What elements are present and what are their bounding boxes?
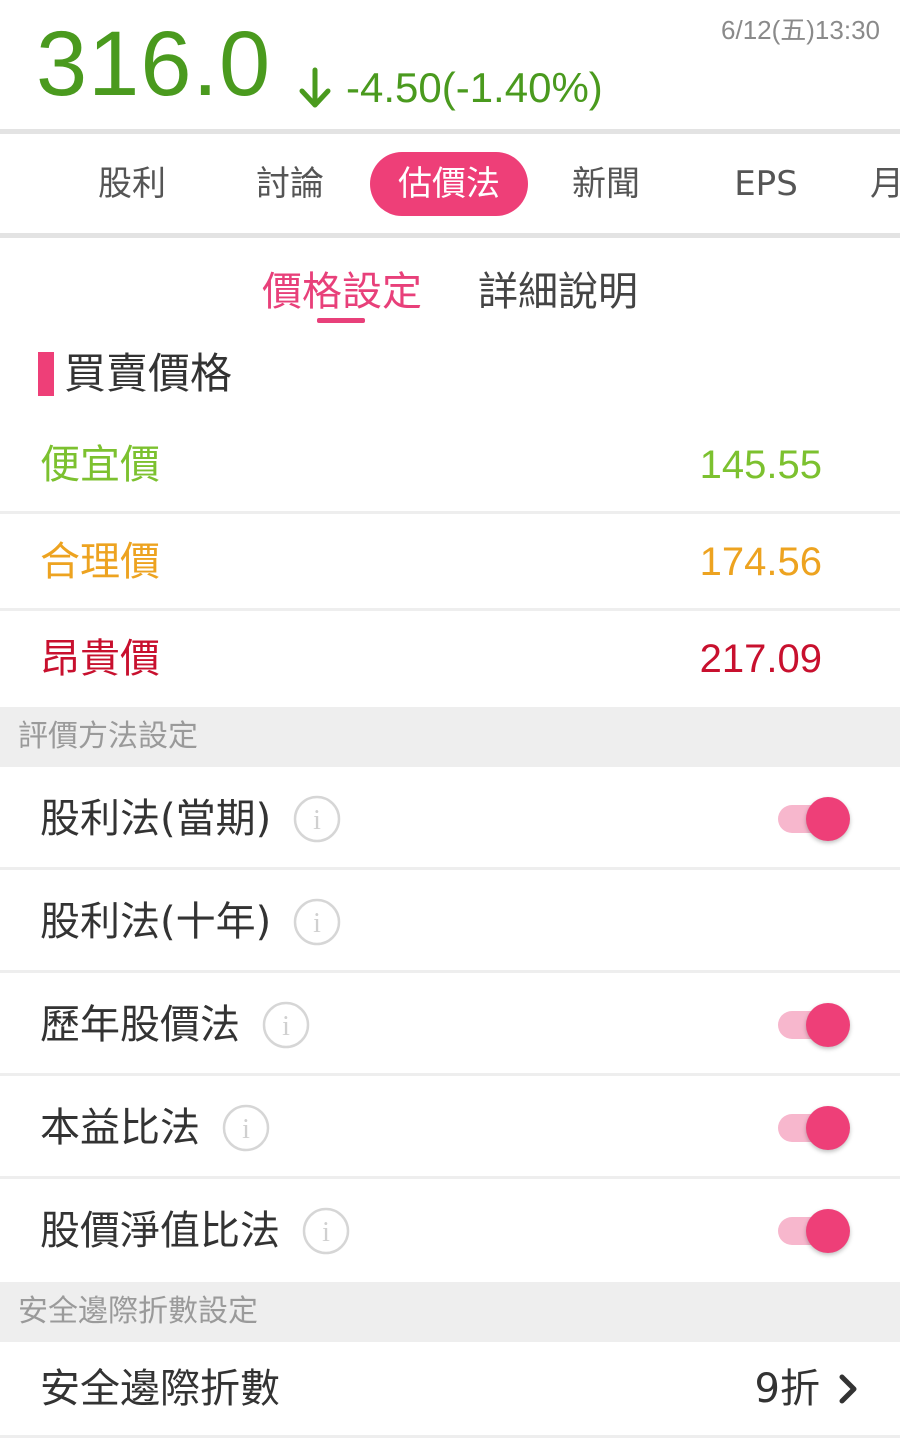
segment-active-indicator [317,318,365,323]
setting-label: 股利法(當期) [40,796,272,842]
setting-label: 本益比法 [40,1105,200,1151]
setting-row-pe-ratio[interactable]: 本益比法 i [0,1076,900,1179]
price-label: 便宜價 [40,442,160,488]
segment-details[interactable]: 詳細說明 [478,264,638,320]
setting-row-pb-ratio[interactable]: 股價淨值比法 i [0,1179,900,1282]
info-icon[interactable]: i [262,1001,310,1049]
setting-row-dividend-current[interactable]: 股利法(當期) i [0,767,900,870]
chevron-right-icon [839,1374,857,1404]
price-row-cheap: 便宜價 145.55 [0,417,900,514]
divider [0,129,900,134]
segment-price-settings[interactable]: 價格設定 [262,264,422,320]
group-header-safety-margin: 安全邊際折數設定 [0,1282,900,1342]
quote-header: 316.0 -4.50(-1.40%) 6/12(五)13:30 [0,0,900,130]
price-row-fair: 合理價 174.56 [0,514,900,611]
price-value: 174.56 [699,540,822,584]
stock-price: 316.0 [36,13,272,115]
section-title-buy-sell: 買賣價格 [38,348,232,400]
setting-label: 股利法(十年) [40,899,272,945]
price-change: -4.50(-1.40%) [298,62,603,114]
setting-label: 歷年股價法 [40,1002,240,1048]
arrow-down-icon [299,67,331,108]
toggle-switch-on[interactable] [778,1104,850,1152]
svg-text:i: i [313,908,321,939]
safety-margin-label: 安全邊際折數 [40,1366,280,1412]
tab-bar: 股利 討論 估價法 新聞 EPS 月 [0,135,900,233]
tab-valuation[interactable]: 估價法 [370,152,528,216]
tab-monthly[interactable]: 月 [870,152,900,216]
setting-label: 股價淨值比法 [40,1208,280,1254]
price-label: 合理價 [40,539,160,585]
tab-discussion[interactable]: 討論 [238,152,342,216]
group-header-text: 評價方法設定 [18,719,198,754]
section-accent-bar [38,352,54,396]
quote-timestamp: 6/12(五)13:30 [721,15,880,45]
svg-text:i: i [313,805,321,836]
tab-dividend[interactable]: 股利 [80,152,184,216]
section-title-text: 買賣價格 [64,349,233,398]
price-label: 昂貴價 [40,636,160,682]
safety-margin-row[interactable]: 安全邊際折數 9折 [0,1341,900,1438]
group-header-text: 安全邊際折數設定 [18,1294,258,1329]
toggle-switch-on[interactable] [778,1207,850,1255]
price-row-expensive: 昂貴價 217.09 [0,611,900,708]
svg-text:i: i [322,1217,330,1248]
safety-margin-value: 9折 [754,1366,820,1412]
setting-row-dividend-ten-year[interactable]: 股利法(十年) i [0,870,900,973]
svg-text:i: i [242,1114,250,1145]
price-value: 145.55 [699,443,822,487]
info-icon[interactable]: i [222,1104,270,1152]
info-icon[interactable]: i [302,1207,350,1255]
svg-text:i: i [282,1011,290,1042]
toggle-switch-on[interactable] [778,795,850,843]
price-change-text: -4.50(-1.40%) [346,64,603,111]
tab-eps[interactable]: EPS [720,152,812,216]
divider [0,233,900,238]
info-icon[interactable]: i [293,898,341,946]
setting-row-historical-price[interactable]: 歷年股價法 i [0,973,900,1076]
toggle-switch-on[interactable] [778,1001,850,1049]
price-value: 217.09 [699,637,822,681]
info-icon[interactable]: i [293,795,341,843]
group-header-valuation-methods: 評價方法設定 [0,707,900,767]
tab-news[interactable]: 新聞 [554,152,658,216]
